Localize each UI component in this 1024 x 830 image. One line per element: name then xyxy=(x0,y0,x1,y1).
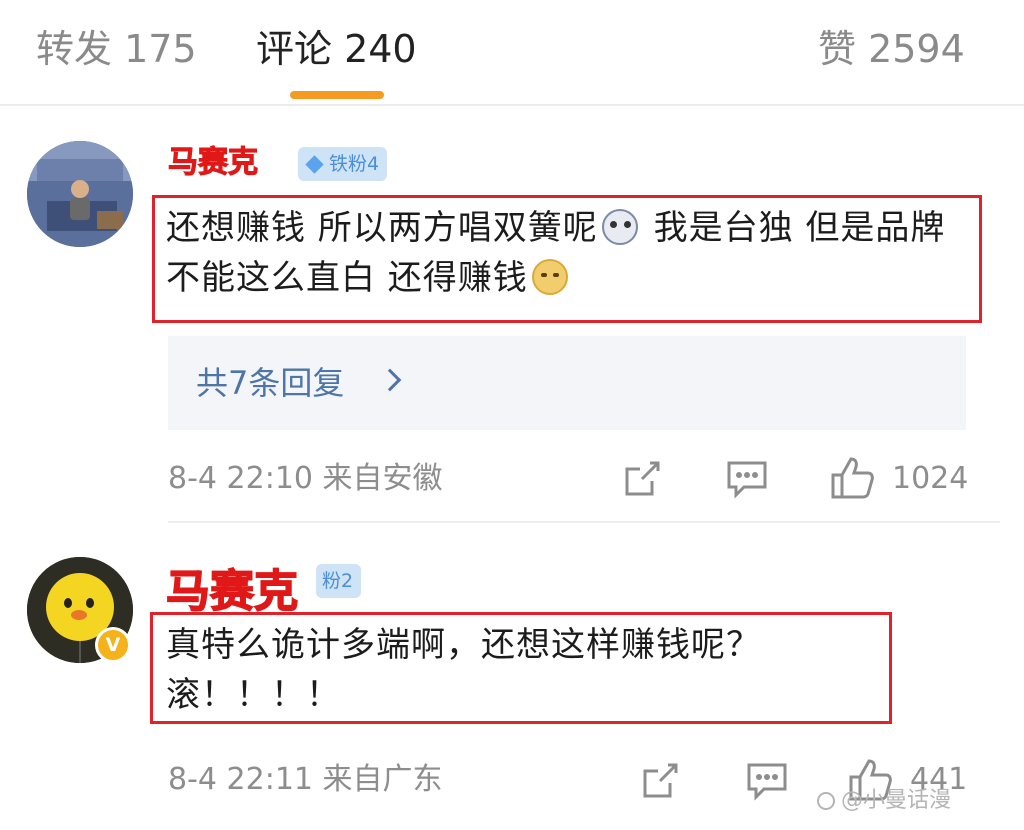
verified-badge-icon: V xyxy=(95,627,131,663)
comment-icon[interactable] xyxy=(726,459,768,503)
tab-likes[interactable]: 赞 2594 xyxy=(818,24,965,74)
username[interactable]: 马赛克 xyxy=(165,564,299,620)
diamond-icon xyxy=(305,155,324,174)
replies-link[interactable]: 共7条回复 xyxy=(196,360,344,406)
username[interactable]: 马赛克 xyxy=(168,141,259,185)
like-count: 1024 xyxy=(892,461,969,496)
tab-repost[interactable]: 转发 175 xyxy=(36,24,197,74)
fan-badge: 铁粉4 xyxy=(298,147,388,181)
fan-badge-label: 粉2 xyxy=(322,570,354,592)
comment-meta: 8-4 22:10 来自安徽 xyxy=(168,461,443,496)
comment-divider xyxy=(168,521,1000,523)
replies-panel[interactable]: 共7条回复 xyxy=(168,336,966,430)
comment-tabs: 转发 175 评论 240 赞 2594 xyxy=(0,0,1024,106)
fan-badge-label: 铁粉4 xyxy=(329,153,380,175)
comment-meta: 8-4 22:11 来自广东 xyxy=(168,762,443,797)
comment-icon[interactable] xyxy=(746,761,788,805)
avatar[interactable] xyxy=(27,141,133,247)
watermark: @小曼话漫 xyxy=(817,786,951,816)
share-icon[interactable] xyxy=(622,459,662,503)
tab-comments[interactable]: 评论 240 xyxy=(256,24,417,74)
chevron-right-icon xyxy=(378,368,402,392)
comment-text: 真特么诡计多端啊，还想这样赚钱呢？滚！！！！ xyxy=(166,625,761,715)
husky-emoji-icon xyxy=(601,209,638,245)
watermark-text: @小曼话漫 xyxy=(841,788,952,813)
active-tab-indicator xyxy=(290,91,384,99)
fan-badge: 粉2 xyxy=(316,564,362,598)
share-icon[interactable] xyxy=(640,761,680,805)
paw-icon xyxy=(817,792,835,810)
comment-text-part: 还想赚钱 所以两方唱双簧呢 xyxy=(166,208,598,248)
like-icon[interactable] xyxy=(830,455,876,505)
doge-emoji-icon xyxy=(531,259,568,295)
comment-text: 还想赚钱 所以两方唱双簧呢 我是台独 但是品牌不能这么直白 还得赚钱 xyxy=(166,203,971,303)
